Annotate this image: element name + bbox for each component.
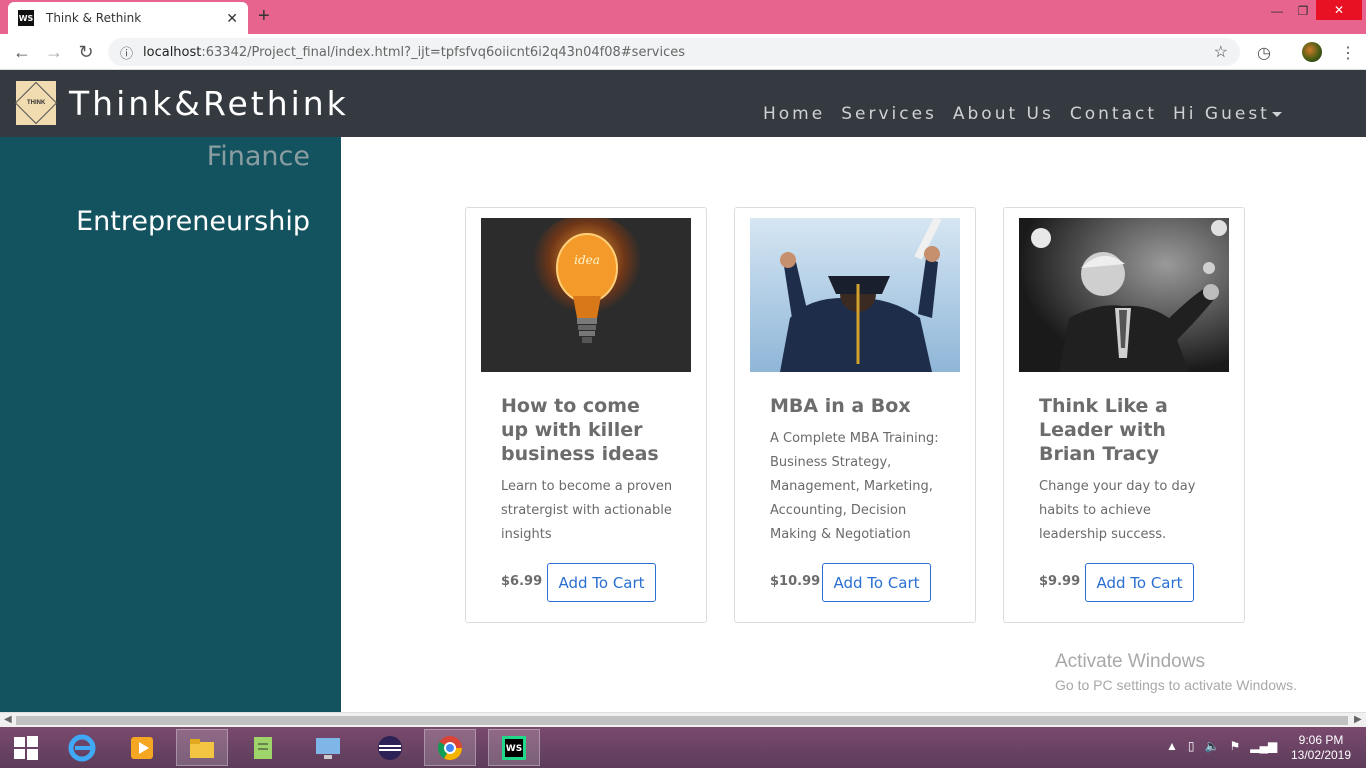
new-tab-icon[interactable]: + [258,5,270,28]
course-image-lightbulb: idea [481,218,691,372]
file-explorer-icon[interactable] [176,729,228,766]
sidebar-item-entrepreneurship[interactable]: Entrepreneurship [76,206,310,237]
caret-down-icon [1271,111,1282,117]
webstorm-icon[interactable]: WS [488,729,540,766]
course-price: $6.99 [501,574,543,589]
add-to-cart-button[interactable]: Add To Cart [547,563,656,602]
tray-network-device-icon[interactable]: ▯ [1188,739,1195,753]
add-to-cart-button[interactable]: Add To Cart [822,563,931,602]
category-sidebar: Finance Entrepreneurship [0,137,341,712]
menu-kebab-icon[interactable]: ⋮ [1340,43,1356,63]
svg-text:idea: idea [574,253,600,267]
scroll-left-icon[interactable]: ◀ [4,714,12,725]
tray-signal-icon[interactable]: ▂▄▆ [1250,739,1277,753]
site-logo[interactable]: THINK [14,81,58,125]
tray-flag-icon[interactable]: ⚑ [1229,739,1240,753]
taskbar-clock[interactable]: 9:06 PM 13/02/2019 [1288,733,1354,763]
nav-user-dropdown[interactable]: Hi Guest [1173,104,1282,124]
internet-explorer-icon[interactable] [56,729,108,766]
start-windows-icon[interactable] [0,729,52,766]
course-card: MBA in a Box A Complete MBA Training: Bu… [734,207,976,623]
back-icon[interactable]: ← [12,42,32,63]
nav-links: Home Services About Us Contact Hi Guest [763,104,1298,124]
chrome-icon[interactable] [424,729,476,766]
course-image-brian-tracy [1019,218,1229,372]
bookmark-star-icon[interactable]: ☆ [1214,42,1228,62]
course-title[interactable]: MBA in a Box [770,394,940,418]
site-navbar: THINK Think&Rethink Home Services About … [0,70,1366,137]
url-text: localhost:63342/Project_final/index.html… [143,45,1214,60]
svg-text:WS: WS [506,744,522,754]
scroll-right-icon[interactable]: ▶ [1354,714,1362,725]
course-price: $10.99 [770,574,821,589]
logo-diamond-icon: THINK [14,81,58,125]
course-price: $9.99 [1039,574,1081,589]
course-image-graduate [750,218,960,372]
services-section: idea How to come up with killer business… [341,137,1366,712]
eclipse-icon[interactable] [364,729,416,766]
nav-contact[interactable]: Contact [1070,104,1157,124]
url-path: :63342/Project_final/index.html?_ijt=tpf… [201,44,686,60]
nav-home[interactable]: Home [763,104,825,124]
nav-about[interactable]: About Us [953,104,1054,124]
brand-name[interactable]: Think&Rethink [69,84,349,123]
system-tray: ▲ ▯ 🔈 ⚑ ▂▄▆ [1166,739,1277,753]
restore-icon[interactable]: ❐ [1292,0,1314,22]
nav-services[interactable]: Services [841,104,937,124]
course-description: A Complete MBA Training: Business Strate… [770,431,939,542]
clock-time: 9:06 PM [1298,733,1344,747]
course-card: idea How to come up with killer business… [465,207,707,623]
url-host: localhost [143,44,202,60]
close-tab-icon[interactable]: ✕ [226,10,238,27]
add-to-cart-button[interactable]: Add To Cart [1085,563,1194,602]
scrollbar-thumb[interactable] [16,716,1348,725]
tray-volume-icon[interactable]: 🔈 [1205,739,1220,753]
course-card: Think Like a Leader with Brian Tracy Cha… [1003,207,1245,623]
tab-title: Think & Rethink [46,11,142,25]
course-description: Change your day to day habits to achieve… [1039,479,1196,542]
profile-avatar[interactable] [1302,42,1322,62]
sidebar-item-finance[interactable]: Finance [207,141,310,172]
window-close-icon[interactable]: ✕ [1316,0,1362,20]
clock-date: 13/02/2019 [1290,748,1352,762]
watermark-subtitle: Go to PC settings to activate Windows. [1055,677,1297,693]
tray-expand-icon[interactable]: ▲ [1166,739,1178,753]
url-field[interactable]: ⓘ localhost:63342/Project_final/index.ht… [108,38,1240,66]
watermark-title: Activate Windows [1055,651,1205,672]
logo-text: THINK [26,100,46,106]
user-greeting: Hi Guest [1173,104,1270,124]
activate-windows-watermark: Activate Windows Go to PC settings to ac… [1055,651,1297,693]
history-icon[interactable]: ◷ [1257,43,1271,63]
reload-icon[interactable]: ↻ [76,42,96,63]
media-player-icon[interactable] [116,729,168,766]
browser-tab-bar: WS Think & Rethink ✕ + — ❐ ✕ [0,0,1366,34]
notepad-plus-icon[interactable] [238,729,290,766]
course-title[interactable]: How to come up with killer business idea… [501,394,671,466]
webstorm-favicon-icon: WS [18,10,34,26]
minimize-icon[interactable]: — [1266,0,1288,22]
windows-taskbar: WS ▲ ▯ 🔈 ⚑ ▂▄▆ 9:06 PM 13/02/2019 [0,727,1366,768]
site-info-icon[interactable]: ⓘ [120,43,133,62]
course-description: Learn to become a proven stratergist wit… [501,479,673,542]
course-title[interactable]: Think Like a Leader with Brian Tracy [1039,394,1209,466]
browser-tab[interactable]: WS Think & Rethink ✕ [8,2,248,34]
horizontal-scrollbar[interactable]: ◀ ▶ [0,712,1366,727]
forward-icon[interactable]: → [44,42,64,63]
address-bar: ← → ↻ ⓘ localhost:63342/Project_final/in… [0,34,1366,70]
control-panel-icon[interactable] [302,729,354,766]
